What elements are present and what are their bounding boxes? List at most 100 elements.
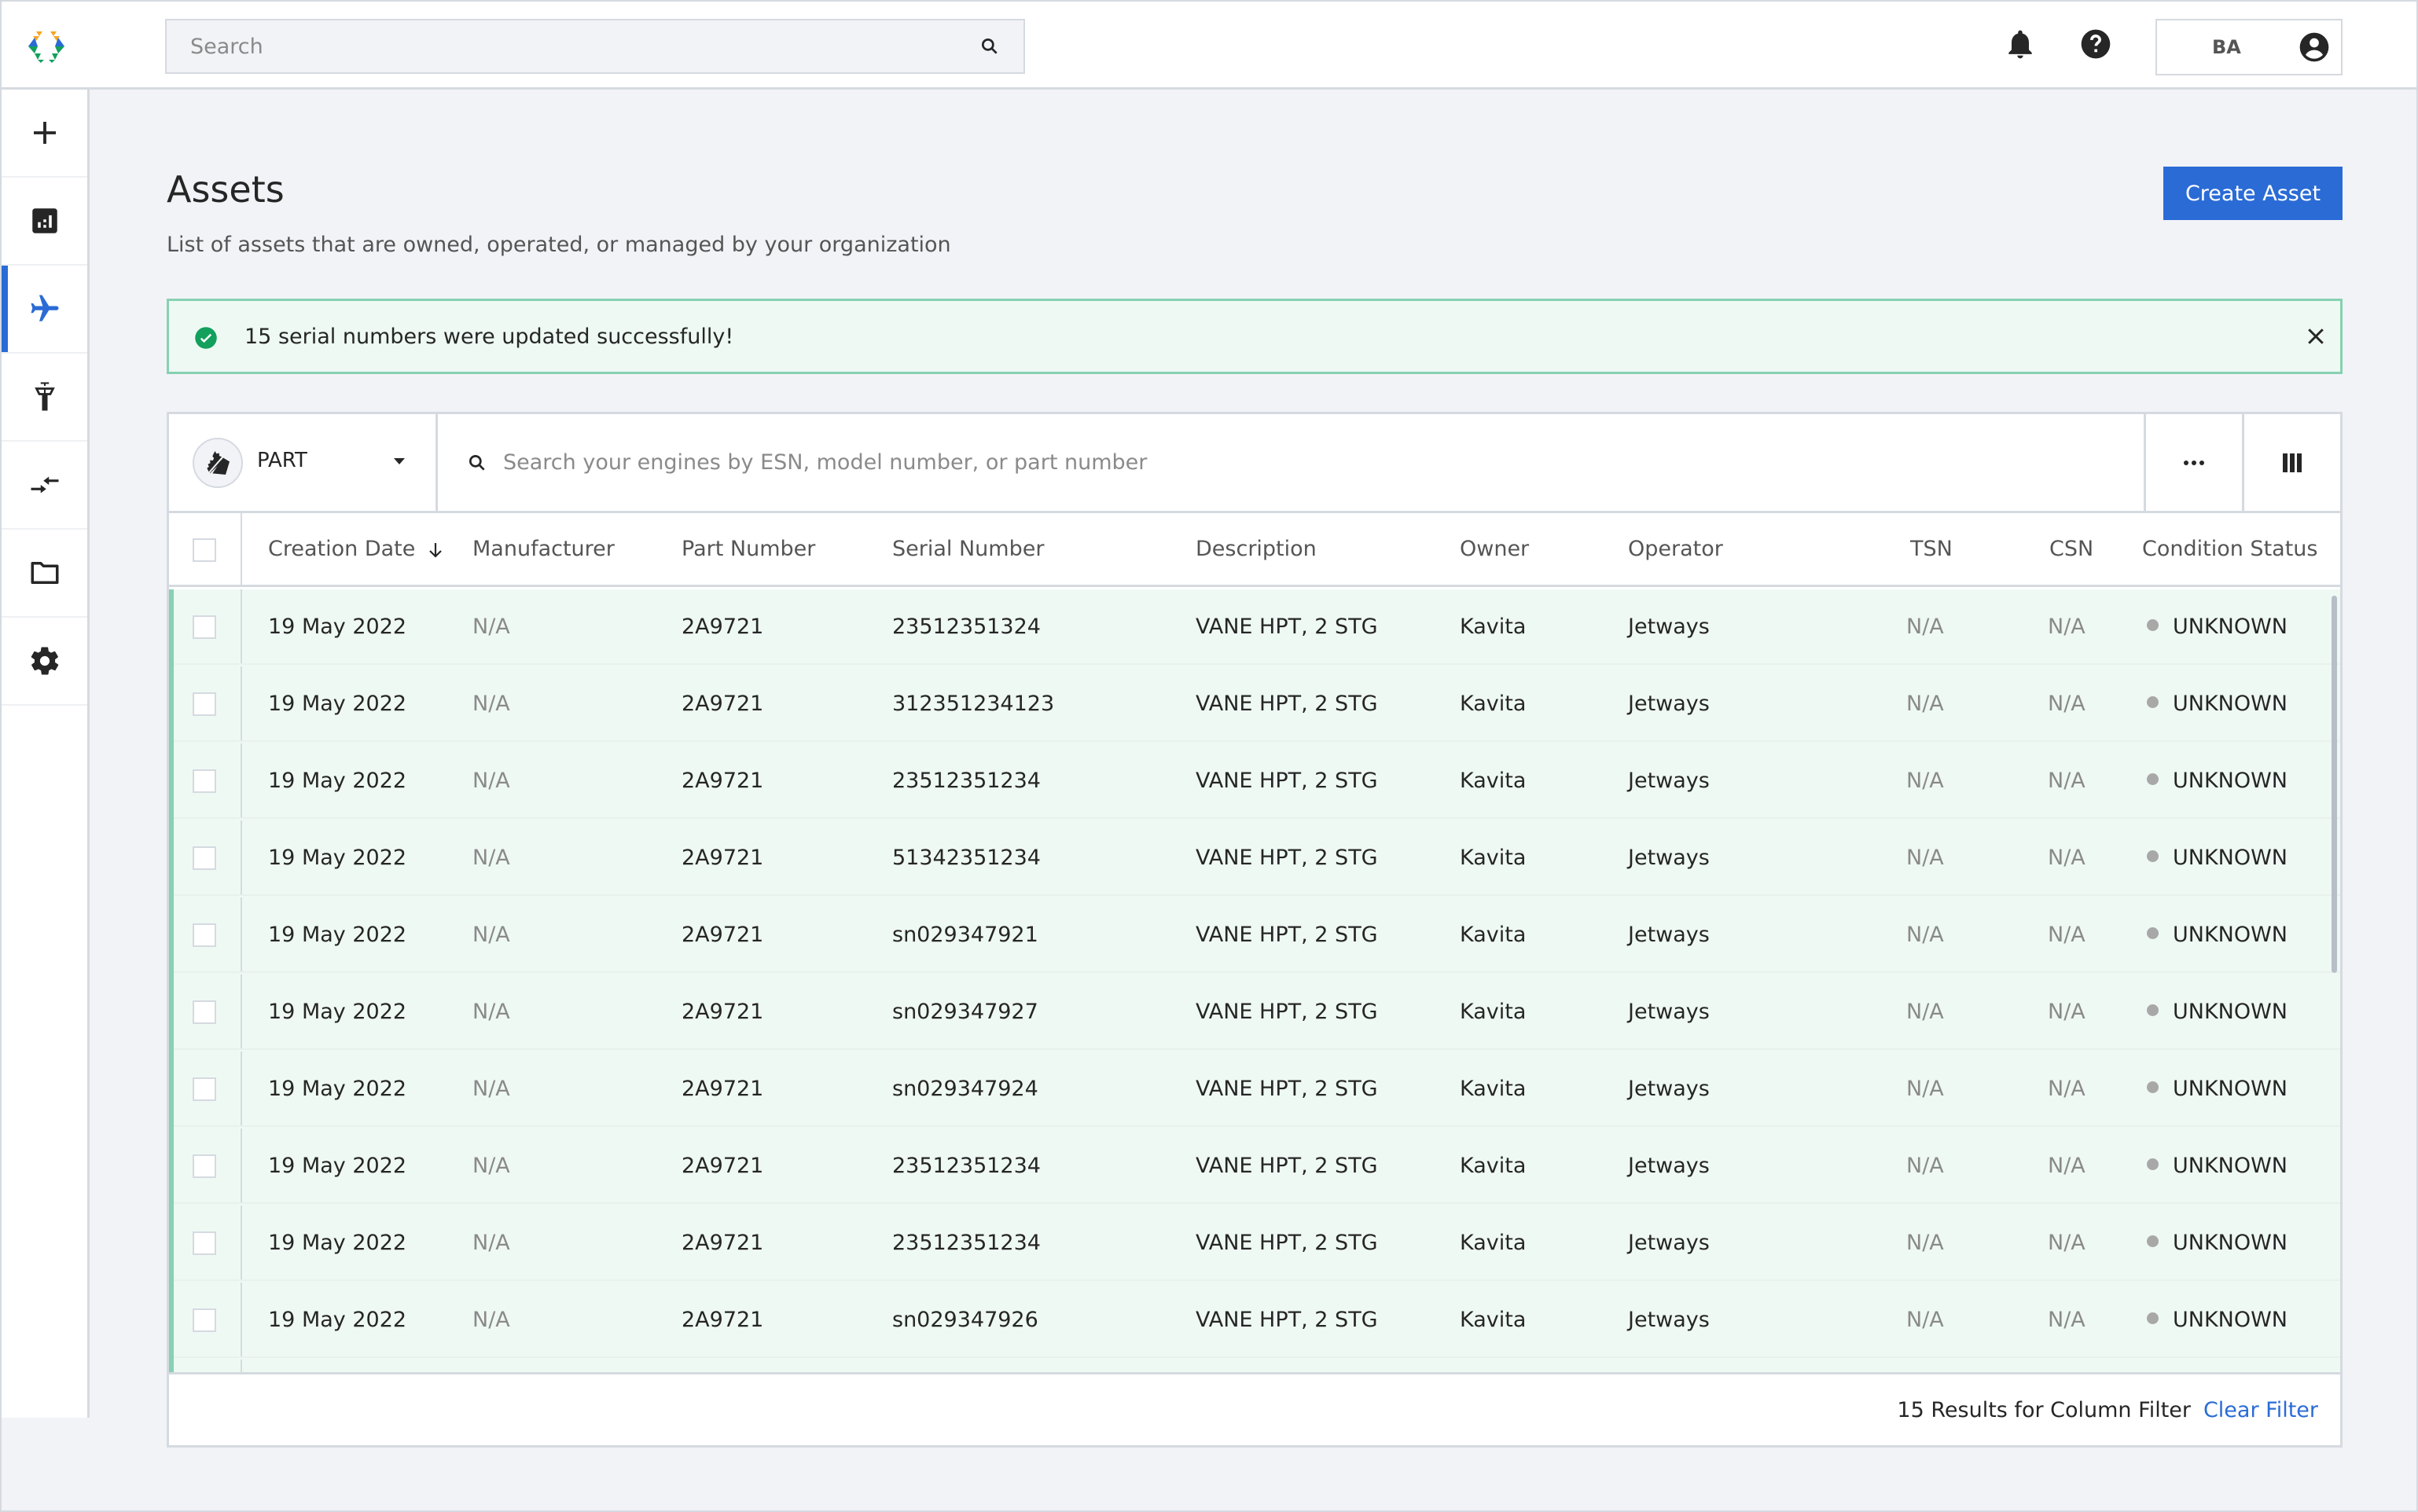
gear-icon [31, 647, 58, 675]
cell-condition-status: UNKNOWN [2147, 846, 2288, 870]
cell-owner: Kavita [1460, 923, 1527, 947]
row-checkbox[interactable] [193, 1000, 216, 1024]
row-checkbox[interactable] [193, 615, 216, 639]
cell-part: 2A9721 [682, 769, 764, 793]
table-row[interactable]: 19 May 2022 N/A 2A9721 51342351234 VANE HPT,… [174, 820, 2340, 896]
status-label: UNKNOWN [2173, 923, 2288, 947]
table-row[interactable]: 19 May 2022 N/A 2A9721 312351234123 VANE HPT… [174, 666, 2340, 742]
global-search[interactable] [165, 19, 1025, 74]
row-checkbox[interactable] [193, 1154, 216, 1178]
table-search-input[interactable] [503, 450, 2060, 475]
column-header-manufacturer[interactable]: Manufacturer [472, 537, 615, 561]
sidebar-item-settings[interactable] [2, 618, 87, 706]
control-tower-icon [34, 382, 55, 411]
cell-part: 2A9721 [682, 1077, 764, 1101]
app-logo[interactable] [27, 30, 66, 63]
status-label: UNKNOWN [2173, 1231, 2288, 1255]
cell-operator: Jetways [1628, 1308, 1710, 1332]
cell-csn: N/A [2048, 692, 2085, 716]
cell-description: VANE HPT, 2 STG [1196, 769, 1378, 793]
table-row[interactable]: 19 May 2022N/A2A9721sn029347926VANE HPT,… [174, 1283, 2340, 1358]
cell-owner: Kavita [1460, 1154, 1527, 1178]
cell-condition-status: UNKNOWN [2147, 692, 2288, 716]
row-checkbox[interactable] [193, 692, 216, 716]
row-checkbox[interactable] [193, 923, 216, 947]
table-row[interactable]: 19 May 2022 N/A 2A9721 23512351234 VANE HPT,… [174, 743, 2340, 819]
column-header-part-number[interactable]: Part Number [682, 537, 815, 561]
cell-description: VANE HPT, 2 STG [1196, 846, 1378, 870]
cell-condition-status: UNKNOWN [2147, 769, 2288, 793]
help-icon[interactable] [2078, 27, 2113, 61]
table-row[interactable]: 19 May 2022N/A2A9721sn029347926VANE HPT,… [174, 1360, 2340, 1372]
cell-part: 2A9721 [682, 1154, 764, 1178]
sidebar [2, 90, 90, 1418]
sidebar-item-create[interactable] [2, 90, 87, 178]
status-dot-icon [2147, 773, 2159, 785]
airplane-icon [31, 295, 58, 321]
cell-tsn: N/A [1906, 1308, 1944, 1332]
row-select-cell [174, 589, 242, 663]
table-scrollbar[interactable] [2332, 596, 2337, 973]
column-header-condition-status[interactable]: Condition Status [2142, 537, 2317, 561]
sidebar-item-reports[interactable] [2, 178, 87, 266]
sidebar-item-documents[interactable] [2, 530, 87, 618]
more-options-button[interactable] [2144, 414, 2242, 511]
table-footer: 15 Results for Column Filter Clear Filte… [169, 1372, 2340, 1445]
table-row[interactable]: 19 May 2022 N/A 2A9721 sn029347921 VANE HPT,… [174, 897, 2340, 973]
status-label: UNKNOWN [2173, 846, 2288, 870]
close-icon[interactable] [2304, 325, 2328, 348]
global-search-input[interactable] [190, 34, 979, 59]
create-asset-button[interactable]: Create Asset [2163, 167, 2343, 220]
cell-date: 19 May 2022 [268, 1000, 407, 1024]
status-dot-icon [2147, 1312, 2159, 1324]
page-title: Assets [167, 168, 285, 211]
alert-message: 15 serial numbers were updated successfu… [244, 325, 734, 349]
asset-type-dropdown[interactable]: PART [169, 414, 438, 511]
column-header-owner[interactable]: Owner [1460, 537, 1529, 561]
table-row[interactable]: 19 May 2022 N/A 2A9721 23512351234 VANE HPT,… [174, 1206, 2340, 1281]
table-row[interactable]: 19 May 2022 N/A 2A9721 23512351234 VANE HPT,… [174, 1128, 2340, 1204]
cell-owner: Kavita [1460, 1231, 1527, 1255]
sidebar-item-airports[interactable] [2, 354, 87, 442]
cell-condition-status: UNKNOWN [2147, 1231, 2288, 1255]
status-dot-icon [2147, 1004, 2159, 1016]
column-label: Creation Date [268, 537, 416, 561]
select-all-checkbox[interactable] [193, 538, 216, 562]
table-row[interactable]: 19 May 2022 N/A 2A9721 23512351324 VANE HPT,… [174, 589, 2340, 665]
row-checkbox[interactable] [193, 1231, 216, 1255]
column-header-operator[interactable]: Operator [1628, 537, 1723, 561]
cell-csn: N/A [2048, 769, 2085, 793]
assets-table-card: PART Creation Date [167, 412, 2343, 1448]
clear-filter-link[interactable]: Clear Filter [2203, 1398, 2318, 1422]
row-checkbox[interactable] [193, 1077, 216, 1101]
search-icon[interactable] [979, 36, 1000, 57]
table-row[interactable]: 19 May 2022 N/A 2A9721 sn029347927 VANE HPT,… [174, 974, 2340, 1050]
top-header: BA [2, 2, 2416, 90]
table-search[interactable] [440, 414, 2060, 511]
cell-operator: Jetways [1628, 692, 1710, 716]
column-header-creation-date[interactable]: Creation Date [268, 537, 444, 561]
columns-icon [2283, 453, 2302, 472]
row-checkbox[interactable] [193, 769, 216, 793]
column-header-tsn[interactable]: TSN [1910, 537, 1953, 561]
column-header-serial-number[interactable]: Serial Number [892, 537, 1044, 561]
cell-csn: N/A [2048, 923, 2085, 947]
sidebar-item-assets[interactable] [2, 266, 87, 354]
bell-icon[interactable] [2003, 27, 2038, 61]
cell-part: 2A9721 [682, 1000, 764, 1024]
row-checkbox[interactable] [193, 1308, 216, 1332]
column-header-description[interactable]: Description [1196, 537, 1317, 561]
columns-button[interactable] [2242, 414, 2340, 511]
cell-part: 2A9721 [682, 692, 764, 716]
cell-csn: N/A [2048, 615, 2085, 639]
row-checkbox[interactable] [193, 846, 216, 870]
sidebar-item-transfers[interactable] [2, 442, 87, 530]
column-header-csn[interactable]: CSN [2049, 537, 2093, 561]
cell-operator: Jetways [1628, 1231, 1710, 1255]
cell-description: VANE HPT, 2 STG [1196, 923, 1378, 947]
table-row[interactable]: 19 May 2022 N/A 2A9721 sn029347924 VANE HPT,… [174, 1051, 2340, 1127]
cell-serial: 51342351234 [892, 846, 1041, 870]
cell-condition-status: UNKNOWN [2147, 1077, 2288, 1101]
user-menu[interactable]: BA [2155, 19, 2343, 75]
cell-description: VANE HPT, 2 STG [1196, 1308, 1378, 1332]
